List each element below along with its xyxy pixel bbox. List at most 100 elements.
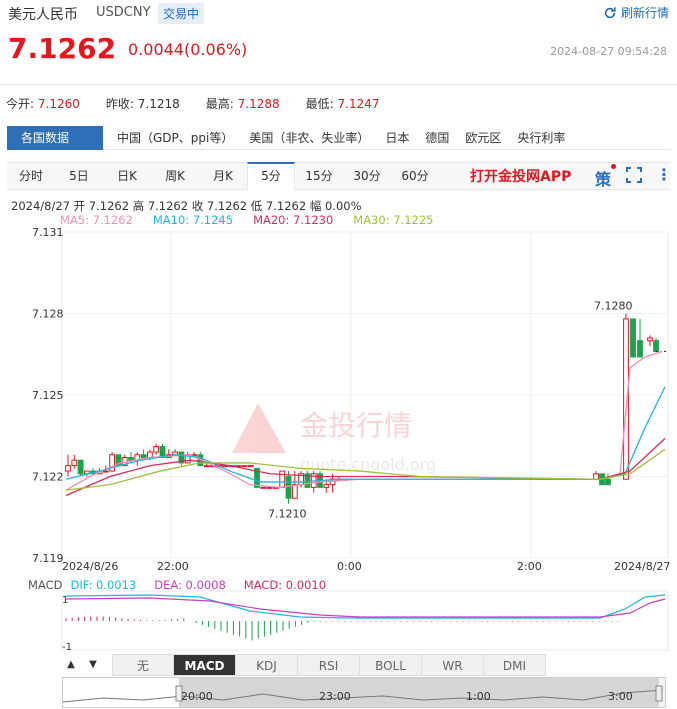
status-badge: 交易中 (158, 3, 205, 24)
time-navigator[interactable]: 20:00 23:00 1:00 3:00 (62, 677, 666, 708)
watermark-logo (232, 403, 286, 453)
macd-value: MACD: 0.0010 (243, 578, 327, 592)
tab-timeshare[interactable]: 分时 (7, 162, 55, 190)
tab-boll[interactable]: BOLL (360, 654, 422, 676)
high-annotation: 7.1280 (594, 300, 633, 313)
y-tick-label: 7.128 (32, 308, 64, 321)
tab-eurozone[interactable]: 欧元区 (457, 129, 509, 146)
y-tick-label: 7.125 (32, 389, 64, 402)
divider (0, 84, 677, 85)
candle-body (260, 486, 267, 489)
candle-body (77, 459, 84, 475)
open-price: 今开: 7.1260 (6, 97, 80, 111)
navigator-label: 3:00 (608, 690, 633, 703)
open-app-link[interactable]: 打开金投网APP (470, 166, 571, 186)
strategy-button[interactable]: 策 (595, 166, 611, 190)
tab-china[interactable]: 中国（GDP、ppi等） (109, 129, 241, 146)
x-tick-label: 2024/8/27 (614, 560, 670, 573)
country-data-tabs: 各国数据 中国（GDP、ppi等） 美国（非农、失业率） 日本 德国 欧元区 央… (7, 125, 670, 150)
indicator-selector: ▲ ▼ 无 MACD KDJ RSI BOLL WR DMI (60, 654, 546, 676)
tab-daily-k[interactable]: 日K (103, 162, 151, 190)
candle-body (241, 465, 248, 468)
dea-value: DEA: 0.0008 (154, 578, 226, 592)
watermark-text: 金投行情 (300, 409, 412, 442)
navigator-label: 23:00 (319, 690, 351, 703)
tab-60min[interactable]: 60分 (391, 162, 439, 190)
tab-germany[interactable]: 德国 (417, 129, 457, 146)
navigator-handle-right (655, 685, 663, 702)
candle-body (147, 451, 153, 458)
price-change: 0.0044(0.06%) (128, 40, 248, 59)
candle-body (291, 484, 298, 499)
candle-body (203, 465, 210, 468)
x-tick-label: 22:00 (157, 560, 189, 573)
watermark: 金投行情quote.cngold.org (232, 403, 436, 474)
current-price: 7.1262 (8, 32, 117, 65)
tab-japan[interactable]: 日本 (377, 129, 417, 146)
macd-axis-bottom: -1 (62, 642, 72, 653)
tab-5day[interactable]: 5日 (55, 162, 103, 190)
notification-dot (611, 164, 616, 169)
high-price: 最高: 7.1288 (205, 97, 280, 111)
candle-body (279, 470, 286, 488)
tab-30min[interactable]: 30分 (343, 162, 391, 190)
refresh-button[interactable]: 刷新行情 (603, 4, 669, 21)
tab-country-data[interactable]: 各国数据 (7, 125, 103, 150)
y-tick-label: 7.122 (32, 471, 64, 484)
x-tick-label: 2024/8/26 (62, 560, 118, 573)
y-tick-label: 7.119 (32, 552, 64, 565)
candle-body (102, 470, 109, 473)
candle-body (71, 459, 78, 467)
tab-none[interactable]: 无 (112, 654, 174, 676)
ohlc-info: 2024/8/27 开 7.1262 高 7.1262 收 7.1262 低 7… (11, 199, 362, 213)
tab-central-bank-rate[interactable]: 央行利率 (509, 129, 573, 146)
refresh-label: 刷新行情 (620, 6, 669, 20)
tab-15min[interactable]: 15分 (295, 162, 343, 190)
tab-kdj[interactable]: KDJ (236, 654, 298, 676)
navigator-label: 20:00 (181, 690, 213, 703)
tab-monthly-k[interactable]: 月K (199, 162, 247, 190)
low-annotation: 7.1210 (268, 508, 307, 521)
page-title: 美元人民币 (8, 7, 78, 23)
macd-label: MACD (28, 578, 63, 592)
more-options-icon[interactable]: ⋮ (656, 165, 672, 184)
refresh-icon (604, 6, 616, 18)
dif-value: DIF: 0.0013 (70, 578, 137, 592)
symbol-code: USDCNY (96, 5, 151, 20)
tab-macd[interactable]: MACD (174, 654, 236, 676)
macd-axis-top: 1 (62, 595, 68, 606)
candle-body (647, 337, 653, 342)
candle-body (140, 454, 147, 458)
candle-body (630, 318, 636, 358)
navigator-unselected (63, 678, 179, 707)
candle-body (266, 486, 273, 489)
low-price: 最低: 7.1247 (305, 97, 380, 111)
scroll-up-button[interactable]: ▲ (60, 654, 82, 676)
candle-body (605, 478, 611, 486)
candle-body (247, 465, 254, 468)
tab-wr[interactable]: WR (422, 654, 484, 676)
candle-body (153, 446, 160, 453)
candle-body (285, 476, 292, 499)
tab-5min[interactable]: 5分 (247, 162, 295, 190)
x-tick-label: 2:00 (517, 560, 542, 573)
candle-body (653, 340, 659, 353)
navigator-label: 1:00 (466, 690, 491, 703)
x-tick-label: 0:00 (337, 560, 362, 573)
tab-weekly-k[interactable]: 周K (151, 162, 199, 190)
y-tick-label: 7.131 (32, 226, 64, 239)
tab-usa[interactable]: 美国（非农、失业率） (241, 129, 377, 146)
quote-timestamp: 2024-08-27 09:54:28 (550, 45, 667, 58)
prev-close: 昨收: 7.1218 (105, 97, 180, 111)
fullscreen-icon[interactable] (626, 167, 642, 183)
candle-body (593, 473, 599, 480)
tab-dmi[interactable]: DMI (484, 654, 546, 676)
scroll-down-button[interactable]: ▼ (82, 654, 104, 676)
candle-body (323, 484, 330, 488)
candle-body (128, 456, 134, 461)
candle-body (65, 465, 71, 472)
macd-legend: MACD DIF: 0.0013 DEA: 0.0008 MACD: 0.001… (28, 578, 326, 592)
navigator-selection (179, 678, 659, 707)
tab-rsi[interactable]: RSI (298, 654, 360, 676)
quote-summary: 今开: 7.1260 昨收: 7.1218 最高: 7.1288 最低: 7.1… (6, 95, 406, 112)
